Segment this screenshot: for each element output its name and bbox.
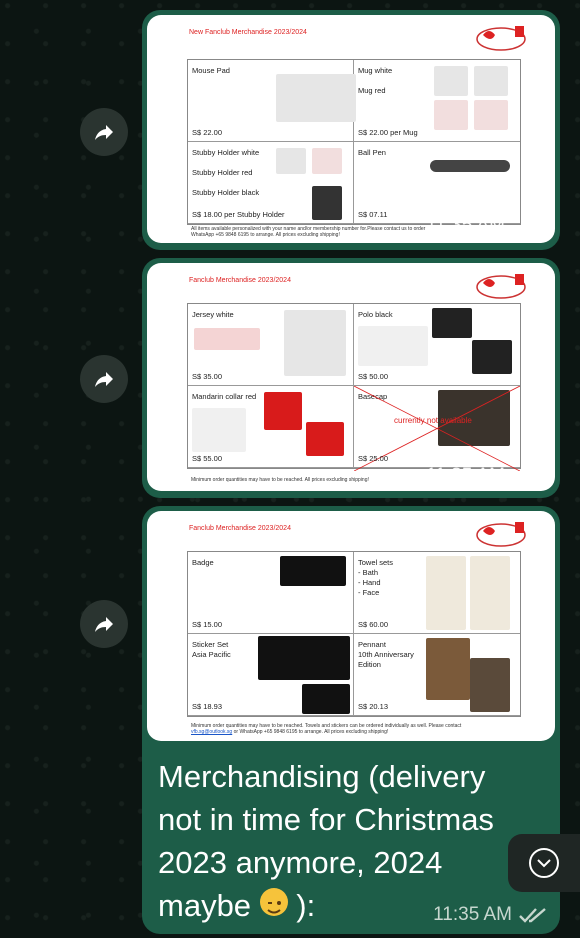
scroll-to-bottom-button[interactable] <box>508 834 580 892</box>
sticker-photo <box>302 684 350 714</box>
image-note: Minimum order quantities may have to be … <box>191 723 462 735</box>
merch-image[interactable]: Fanclub Merchandise 2023/2024 Jersey whi… <box>147 263 555 491</box>
jersey-sizes-photo <box>194 328 260 350</box>
item-price: S$ 15.00 <box>192 620 223 629</box>
image-caption-message[interactable]: Fanclub Merchandise 2023/2024 Badge S$ 1… <box>142 506 560 934</box>
item-title: Mandarin collar red <box>192 392 257 401</box>
item-price: S$ 25.00 <box>358 454 389 463</box>
pennant-photo <box>470 658 510 712</box>
forward-icon <box>95 125 113 140</box>
merch-image[interactable]: New Fanclub Merchandise 2023/2024 Mouse … <box>147 15 555 243</box>
item-price: S$ 60.00 <box>358 620 389 629</box>
slide-title: Fanclub Merchandise 2023/2024 <box>189 525 291 532</box>
message-time: 11:35 AM <box>426 215 541 237</box>
item-price: S$ 55.00 <box>192 454 223 463</box>
merch-item: Towel sets - Bath - Hand - Face S$ 60.00 <box>354 552 520 634</box>
fanclub-logo <box>476 522 526 547</box>
message-time: 11:35 AM <box>433 904 548 926</box>
image-message[interactable]: New Fanclub Merchandise 2023/2024 Mouse … <box>142 10 560 250</box>
message-time: 11:35 AM <box>426 465 541 487</box>
size-chart-photo <box>358 326 428 366</box>
item-price: S$ 07.11 <box>358 210 388 219</box>
forward-button[interactable] <box>80 600 128 648</box>
forward-icon <box>95 617 113 632</box>
badge-photo <box>280 556 346 586</box>
mug-photo <box>434 100 468 130</box>
pennant-photo <box>426 638 470 700</box>
item-title: Polo black <box>358 310 393 319</box>
stubby-photo <box>276 148 306 174</box>
double-check-icon <box>512 219 539 234</box>
item-price: S$ 20.13 <box>358 702 389 711</box>
image-message[interactable]: Fanclub Merchandise 2023/2024 Jersey whi… <box>142 258 560 498</box>
mouse-pad-photo <box>276 74 356 122</box>
item-price: S$ 18.93 <box>192 702 223 711</box>
item-title: Badge <box>192 558 214 567</box>
wink-emoji-icon <box>259 888 288 916</box>
merch-item: Polo black S$ 50.00 <box>354 304 520 386</box>
slide-title: New Fanclub Merchandise 2023/2024 <box>189 29 307 36</box>
forward-button[interactable] <box>80 355 128 403</box>
fanclub-logo <box>476 26 526 51</box>
item-title: Stubby Holder white Stubby Holder red St… <box>192 148 260 197</box>
mandarin-shirt-photo <box>264 392 302 430</box>
jersey-photo <box>284 310 346 376</box>
unavailable-label: currently not available <box>394 416 472 425</box>
towel-photo <box>426 556 466 630</box>
merch-item: Sticker Set Asia Pacific S$ 18.93 <box>188 634 354 716</box>
polo-photo <box>432 308 472 338</box>
email-link[interactable]: vfb.sg@outlook.sg <box>191 729 232 735</box>
merch-item: Badge S$ 15.00 <box>188 552 354 634</box>
forward-icon <box>95 372 113 387</box>
pen-photo <box>430 160 510 172</box>
merch-item: Mouse Pad S$ 22.00 <box>188 60 356 142</box>
merch-grid: Badge S$ 15.00 Towel sets - Bath - Hand … <box>187 551 521 717</box>
item-title: Mouse Pad <box>192 66 230 75</box>
merch-item: Mandarin collar red S$ 55.00 <box>188 386 354 468</box>
item-price: S$ 50.00 <box>358 372 389 381</box>
mandarin-person-photo <box>192 408 246 452</box>
slide-title: Fanclub Merchandise 2023/2024 <box>189 277 291 284</box>
merch-item: Stubby Holder white Stubby Holder red St… <box>188 142 354 224</box>
polo-photo <box>472 340 512 374</box>
double-check-icon <box>512 469 539 484</box>
item-title: Sticker Set Asia Pacific <box>192 640 231 659</box>
merch-item: Basecap currently not available S$ 25.00 <box>354 386 520 472</box>
fanclub-logo <box>476 274 526 299</box>
merch-item: Ball Pen S$ 07.11 <box>354 142 520 224</box>
merch-grid: Jersey white S$ 35.00 Polo black S$ 50.0… <box>187 303 521 472</box>
mug-photo <box>434 66 468 96</box>
item-title: Pennant 10th Anniversary Edition <box>358 640 414 669</box>
mug-photo <box>474 100 508 130</box>
item-price: S$ 22.00 per Mug <box>358 128 418 137</box>
item-title: Mug white Mug red <box>358 66 393 95</box>
item-price: S$ 18.00 per Stubby Holder <box>192 210 285 219</box>
item-price: S$ 22.00 <box>192 128 223 137</box>
item-title: Towel sets - Bath - Hand - Face <box>358 558 394 597</box>
towel-photo <box>470 556 510 630</box>
item-title: Jersey white <box>192 310 234 319</box>
mandarin-shirt-photo <box>306 422 344 456</box>
merch-grid: Mouse Pad S$ 22.00 Mug white Mug red S$ … <box>187 59 521 225</box>
stubby-photo <box>312 186 342 220</box>
sticker-photo <box>258 636 350 680</box>
item-title: Ball Pen <box>358 148 386 157</box>
chevron-down-circle-icon <box>529 848 559 878</box>
merch-item: Jersey white S$ 35.00 <box>188 304 354 386</box>
item-price: S$ 35.00 <box>192 372 223 381</box>
mug-photo <box>474 66 508 96</box>
merch-image[interactable]: Fanclub Merchandise 2023/2024 Badge S$ 1… <box>147 511 555 741</box>
stubby-photo <box>312 148 342 174</box>
double-check-icon <box>519 908 546 923</box>
merch-item: Pennant 10th Anniversary Edition S$ 20.1… <box>354 634 520 716</box>
forward-button[interactable] <box>80 108 128 156</box>
merch-item: Mug white Mug red S$ 22.00 per Mug <box>354 60 520 142</box>
message-caption: Merchandising (delivery not in time for … <box>158 759 494 923</box>
